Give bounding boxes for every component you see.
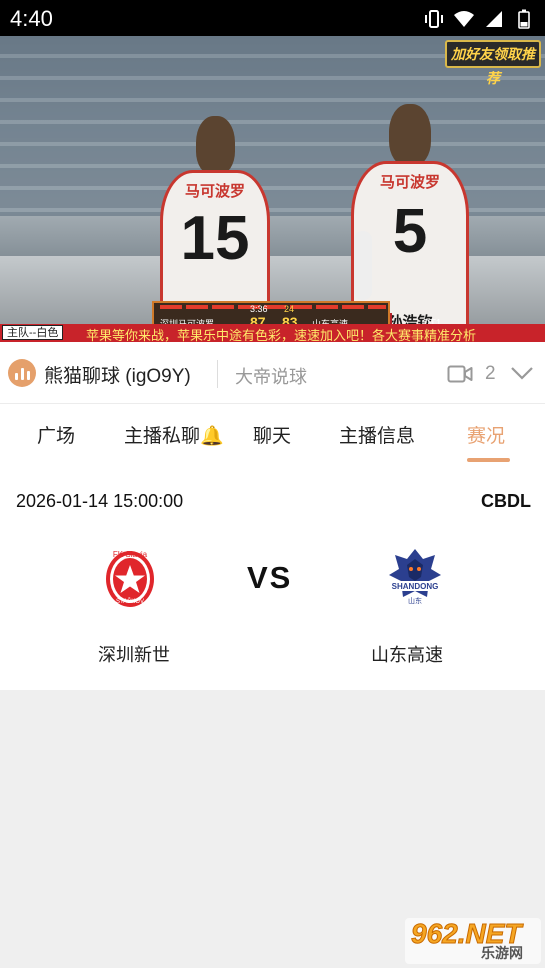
home-team-name: 深圳新世: [98, 645, 170, 665]
away-logo-sub: 山东: [408, 596, 422, 605]
tab-match-status[interactable]: 赛况: [467, 421, 505, 448]
away-team-name: 山东高速: [371, 645, 443, 665]
match-card: 2026-01-14 15:00:00 CBDL FK Slavia STAŠK…: [0, 466, 545, 690]
home-team-logo: FK Slavia STAŠKOV: [106, 550, 154, 607]
tab-chat[interactable]: 聊天: [253, 421, 291, 448]
home-logo-text: FK Slavia: [113, 550, 148, 559]
wifi-icon: [453, 8, 475, 30]
add-friend-ad-badge[interactable]: 加好友领取推荐: [445, 40, 541, 86]
ticker-text: 苹果等你来战，苹果乐中途有色彩，速速加入吧！各大赛事精准分析: [86, 329, 477, 342]
tab-bar: 广场 主播私聊🔔 聊天 主播信息 赛况: [0, 404, 545, 466]
shot-clock: 24: [284, 304, 295, 314]
viewer-count: 2: [485, 363, 496, 384]
chevron-down-icon[interactable]: [510, 364, 534, 382]
away-logo-text: SHANDONG: [392, 582, 439, 591]
away-team-logo: SHANDONG 山东: [389, 549, 441, 605]
site-watermark: 962.NET 乐游网: [405, 918, 541, 964]
vibrate-icon: [423, 8, 445, 30]
jersey-team: 马可波罗: [379, 174, 440, 192]
match-league: CBDL: [481, 491, 531, 511]
status-bar: 4:40: [0, 0, 545, 36]
status-icons: [423, 8, 535, 30]
divider: [217, 360, 218, 388]
active-tab-indicator: [467, 458, 510, 462]
versus-label: VS: [247, 560, 293, 595]
live-video-player[interactable]: 马可波罗 15 陈涛 马可波罗 5 孙浩钦 加好友领取推荐 深圳 山东 3:36…: [0, 36, 545, 342]
tab-private-chat[interactable]: 主播私聊🔔: [124, 421, 224, 448]
match-datetime: 2026-01-14 15:00:00: [16, 491, 184, 511]
home-logo-sub: STAŠKOV: [116, 598, 144, 605]
battery-icon: [513, 8, 535, 30]
jersey-team: 马可波罗: [184, 182, 245, 200]
home-team-color-tag: 主队--白色: [2, 325, 64, 340]
room-header: 熊猫聊球 (igO9Y) 大帝说球 2: [0, 342, 545, 404]
room-title: 熊猫聊球 (igO9Y): [44, 366, 191, 387]
news-ticker: 主队--白色 苹果等你来战，苹果乐中途有色彩，速速加入吧！各大赛事精准分析: [0, 324, 545, 342]
tab-square[interactable]: 广场: [37, 421, 75, 448]
video-camera-icon[interactable]: [447, 364, 473, 384]
status-time: 4:40: [10, 6, 53, 31]
chart-bars-icon: [8, 359, 36, 387]
game-clock: 3:36: [250, 304, 268, 314]
jersey-number: 5: [392, 196, 428, 266]
tab-anchor-info[interactable]: 主播信息: [339, 421, 415, 448]
watermark-sub: 乐游网: [481, 945, 523, 961]
jersey-number: 15: [180, 203, 250, 273]
anchor-name[interactable]: 大帝说球: [235, 363, 307, 389]
signal-icon: [483, 8, 505, 30]
